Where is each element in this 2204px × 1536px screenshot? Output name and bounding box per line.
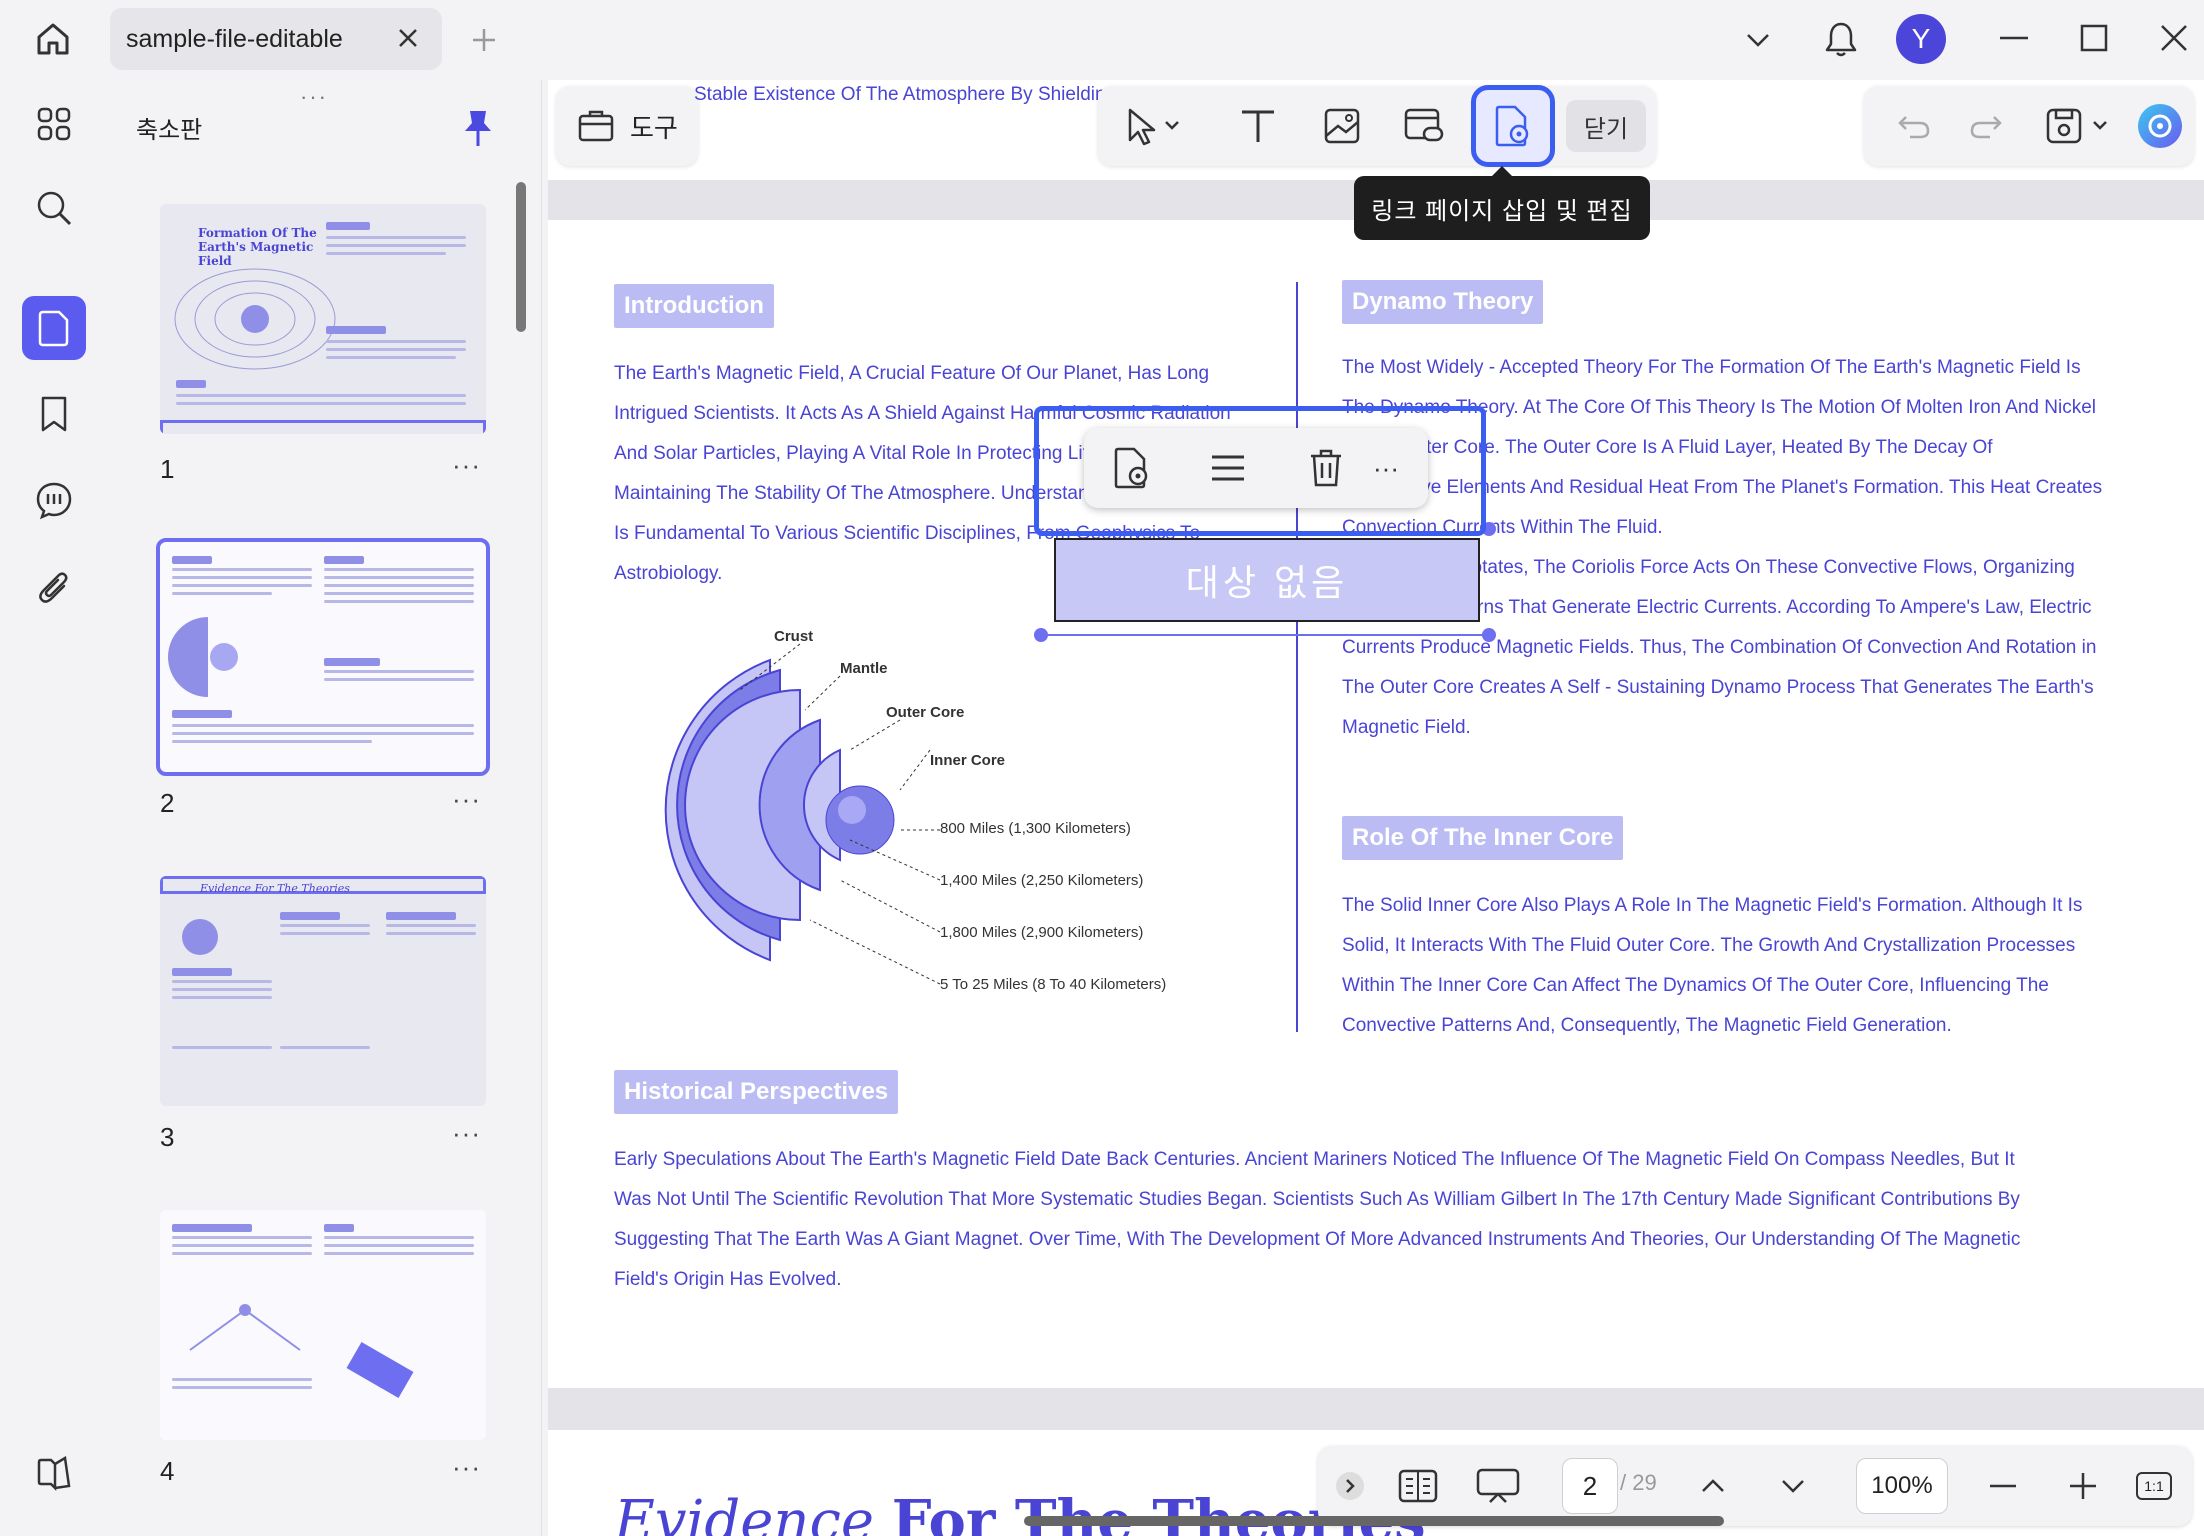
current-page-input[interactable]: 2 (1562, 1458, 1618, 1514)
presentation-icon[interactable] (1468, 1456, 1528, 1516)
bookmark-icon[interactable] (22, 382, 86, 446)
diagram-measure-3: 1,800 Miles (2,900 Kilometers) (940, 924, 1144, 941)
historical-perspectives-heading: Historical Perspectives (614, 1070, 899, 1114)
properties-menu-icon[interactable] (1198, 438, 1258, 498)
right-toolbar (1864, 86, 2194, 166)
text-tool-button[interactable] (1228, 96, 1288, 156)
reader-mode-icon[interactable] (22, 1442, 86, 1506)
thumbnail-page-3[interactable]: Evidence For The Theories (160, 876, 486, 1106)
save-icon[interactable] (2034, 96, 2124, 156)
expand-nav-icon[interactable] (1330, 1456, 1370, 1516)
close-window-icon[interactable] (2152, 16, 2196, 60)
page3-heading: Evidence For The Theories (614, 1488, 1426, 1536)
diagram-label-crust: Crust (774, 628, 814, 645)
link-selection-edge (1040, 634, 1490, 636)
tools-label: 도구 (630, 112, 678, 143)
pin-icon[interactable] (462, 108, 498, 148)
thumbnail-page-2[interactable] (156, 538, 490, 776)
total-pages: / 29 (1620, 1470, 1657, 1495)
diagram-label-inner-core: Inner Core (930, 752, 1006, 769)
introduction-heading: Introduction (614, 284, 774, 328)
redo-icon[interactable] (1956, 96, 2016, 156)
more-options-icon[interactable]: ··· (1356, 438, 1416, 498)
edit-toolbar: 닫기 (1098, 85, 1656, 167)
panel-title: 축소판 (136, 117, 203, 144)
resize-handle-left[interactable] (1034, 628, 1048, 642)
select-tool-button[interactable] (1112, 96, 1192, 156)
column-divider (1296, 282, 1298, 1032)
diagram-measure-2: 1,400 Miles (2,250 Kilometers) (940, 872, 1144, 889)
diagram-measure-4: 5 To 25 Miles (8 To 40 Kilometers) (940, 976, 1167, 993)
link-tool-button[interactable] (1394, 96, 1454, 156)
thumbnail-more-button-3[interactable]: ··· (452, 1118, 481, 1149)
thumbnail-more-button-4[interactable]: ··· (452, 1452, 481, 1483)
bottom-navigation-bar: 2 / 29 100% 1:1 (1318, 1446, 2192, 1526)
search-icon[interactable] (22, 176, 86, 240)
diagram-measure-1: 800 Miles (1,300 Kilometers) (940, 820, 1131, 837)
thumbnail-more-button-1[interactable]: ··· (452, 450, 481, 481)
thumbnail-number-4: 4 (160, 1456, 175, 1486)
document-tab[interactable]: sample-file-editable (110, 8, 442, 70)
thumbnail-page-1[interactable]: Formation Of The Earth's Magnetic Field (160, 204, 486, 434)
toolbox-icon (576, 104, 616, 149)
tools-button[interactable]: 도구 (556, 86, 698, 166)
previous-page-icon[interactable] (1688, 1456, 1738, 1516)
diagram-label-outer-core: Outer Core (886, 704, 965, 721)
thumbnail-scrollbar[interactable] (516, 182, 526, 332)
new-tab-icon[interactable] (462, 18, 506, 62)
left-rail (6, 80, 102, 1536)
historical-perspectives-paragraph: Early Speculations About The Earth's Mag… (614, 1149, 2021, 1290)
tooltip: 링크 페이지 삽입 및 편집 (1354, 166, 1650, 240)
thumbnail-page-4[interactable] (160, 1210, 486, 1440)
attachment-icon[interactable] (22, 556, 86, 620)
panel-drag-handle[interactable]: ··· (300, 84, 328, 110)
tab-title: sample-file-editable (126, 24, 343, 53)
inner-core-paragraph: The Solid Inner Core Also Plays A Role I… (1342, 895, 2083, 1036)
diagram-leader-lines (739, 643, 941, 985)
link-page-tool-button[interactable] (1471, 85, 1555, 167)
page-title-fragment: Stable Existence Of The Atmosphere By Sh… (694, 84, 1104, 105)
link-page-icon[interactable] (1102, 438, 1162, 498)
chevron-down-icon[interactable] (1736, 18, 1780, 62)
undo-icon[interactable] (1884, 96, 1944, 156)
zoom-in-icon[interactable] (2058, 1456, 2108, 1516)
apps-grid-icon[interactable] (22, 92, 86, 156)
dynamo-theory-heading: Dynamo Theory (1342, 280, 1544, 324)
user-avatar[interactable]: Y (1896, 14, 1946, 64)
comment-icon[interactable] (22, 468, 86, 532)
thumbnail-more-button-2[interactable]: ··· (452, 784, 481, 815)
home-icon[interactable] (22, 12, 84, 66)
thumbnail-title: Evidence For The Theories (200, 882, 350, 895)
thumbnail-number-2: 2 (160, 788, 175, 818)
maximize-window-icon[interactable] (2072, 16, 2116, 60)
image-tool-button[interactable] (1312, 96, 1372, 156)
ai-assistant-icon[interactable] (2130, 96, 2190, 156)
diagram-label-mantle: Mantle (840, 660, 888, 677)
thumbnail-number-3: 3 (160, 1122, 175, 1152)
minimize-window-icon[interactable] (1992, 16, 2036, 60)
link-area-box[interactable]: 대상 없음 (1054, 538, 1480, 622)
next-page-icon[interactable] (1768, 1456, 1818, 1516)
inner-core-heading: Role Of The Inner Core (1342, 816, 1624, 860)
resize-handle-right[interactable] (1482, 628, 1496, 642)
thumbnail-title: Formation Of The Earth's Magnetic Field (198, 226, 317, 268)
zoom-out-icon[interactable] (1978, 1456, 2028, 1516)
page-layout-icon[interactable] (1388, 1456, 1448, 1516)
link-target-placeholder: 대상 없음 (1185, 562, 1349, 603)
close-edit-button[interactable]: 닫기 (1566, 100, 1646, 152)
close-tab-icon[interactable] (392, 22, 424, 54)
zoom-level[interactable]: 100% (1856, 1458, 1948, 1514)
actual-size-button[interactable]: 1:1 (2126, 1456, 2182, 1516)
delete-trash-icon[interactable] (1296, 438, 1356, 498)
thumbnail-number-1: 1 (160, 454, 175, 484)
link-floating-toolbar: ··· (1084, 428, 1428, 508)
notification-bell-icon[interactable] (1818, 14, 1864, 64)
thumbnails-page-icon[interactable] (22, 296, 86, 360)
horizontal-scrollbar[interactable] (1024, 1516, 1724, 1526)
